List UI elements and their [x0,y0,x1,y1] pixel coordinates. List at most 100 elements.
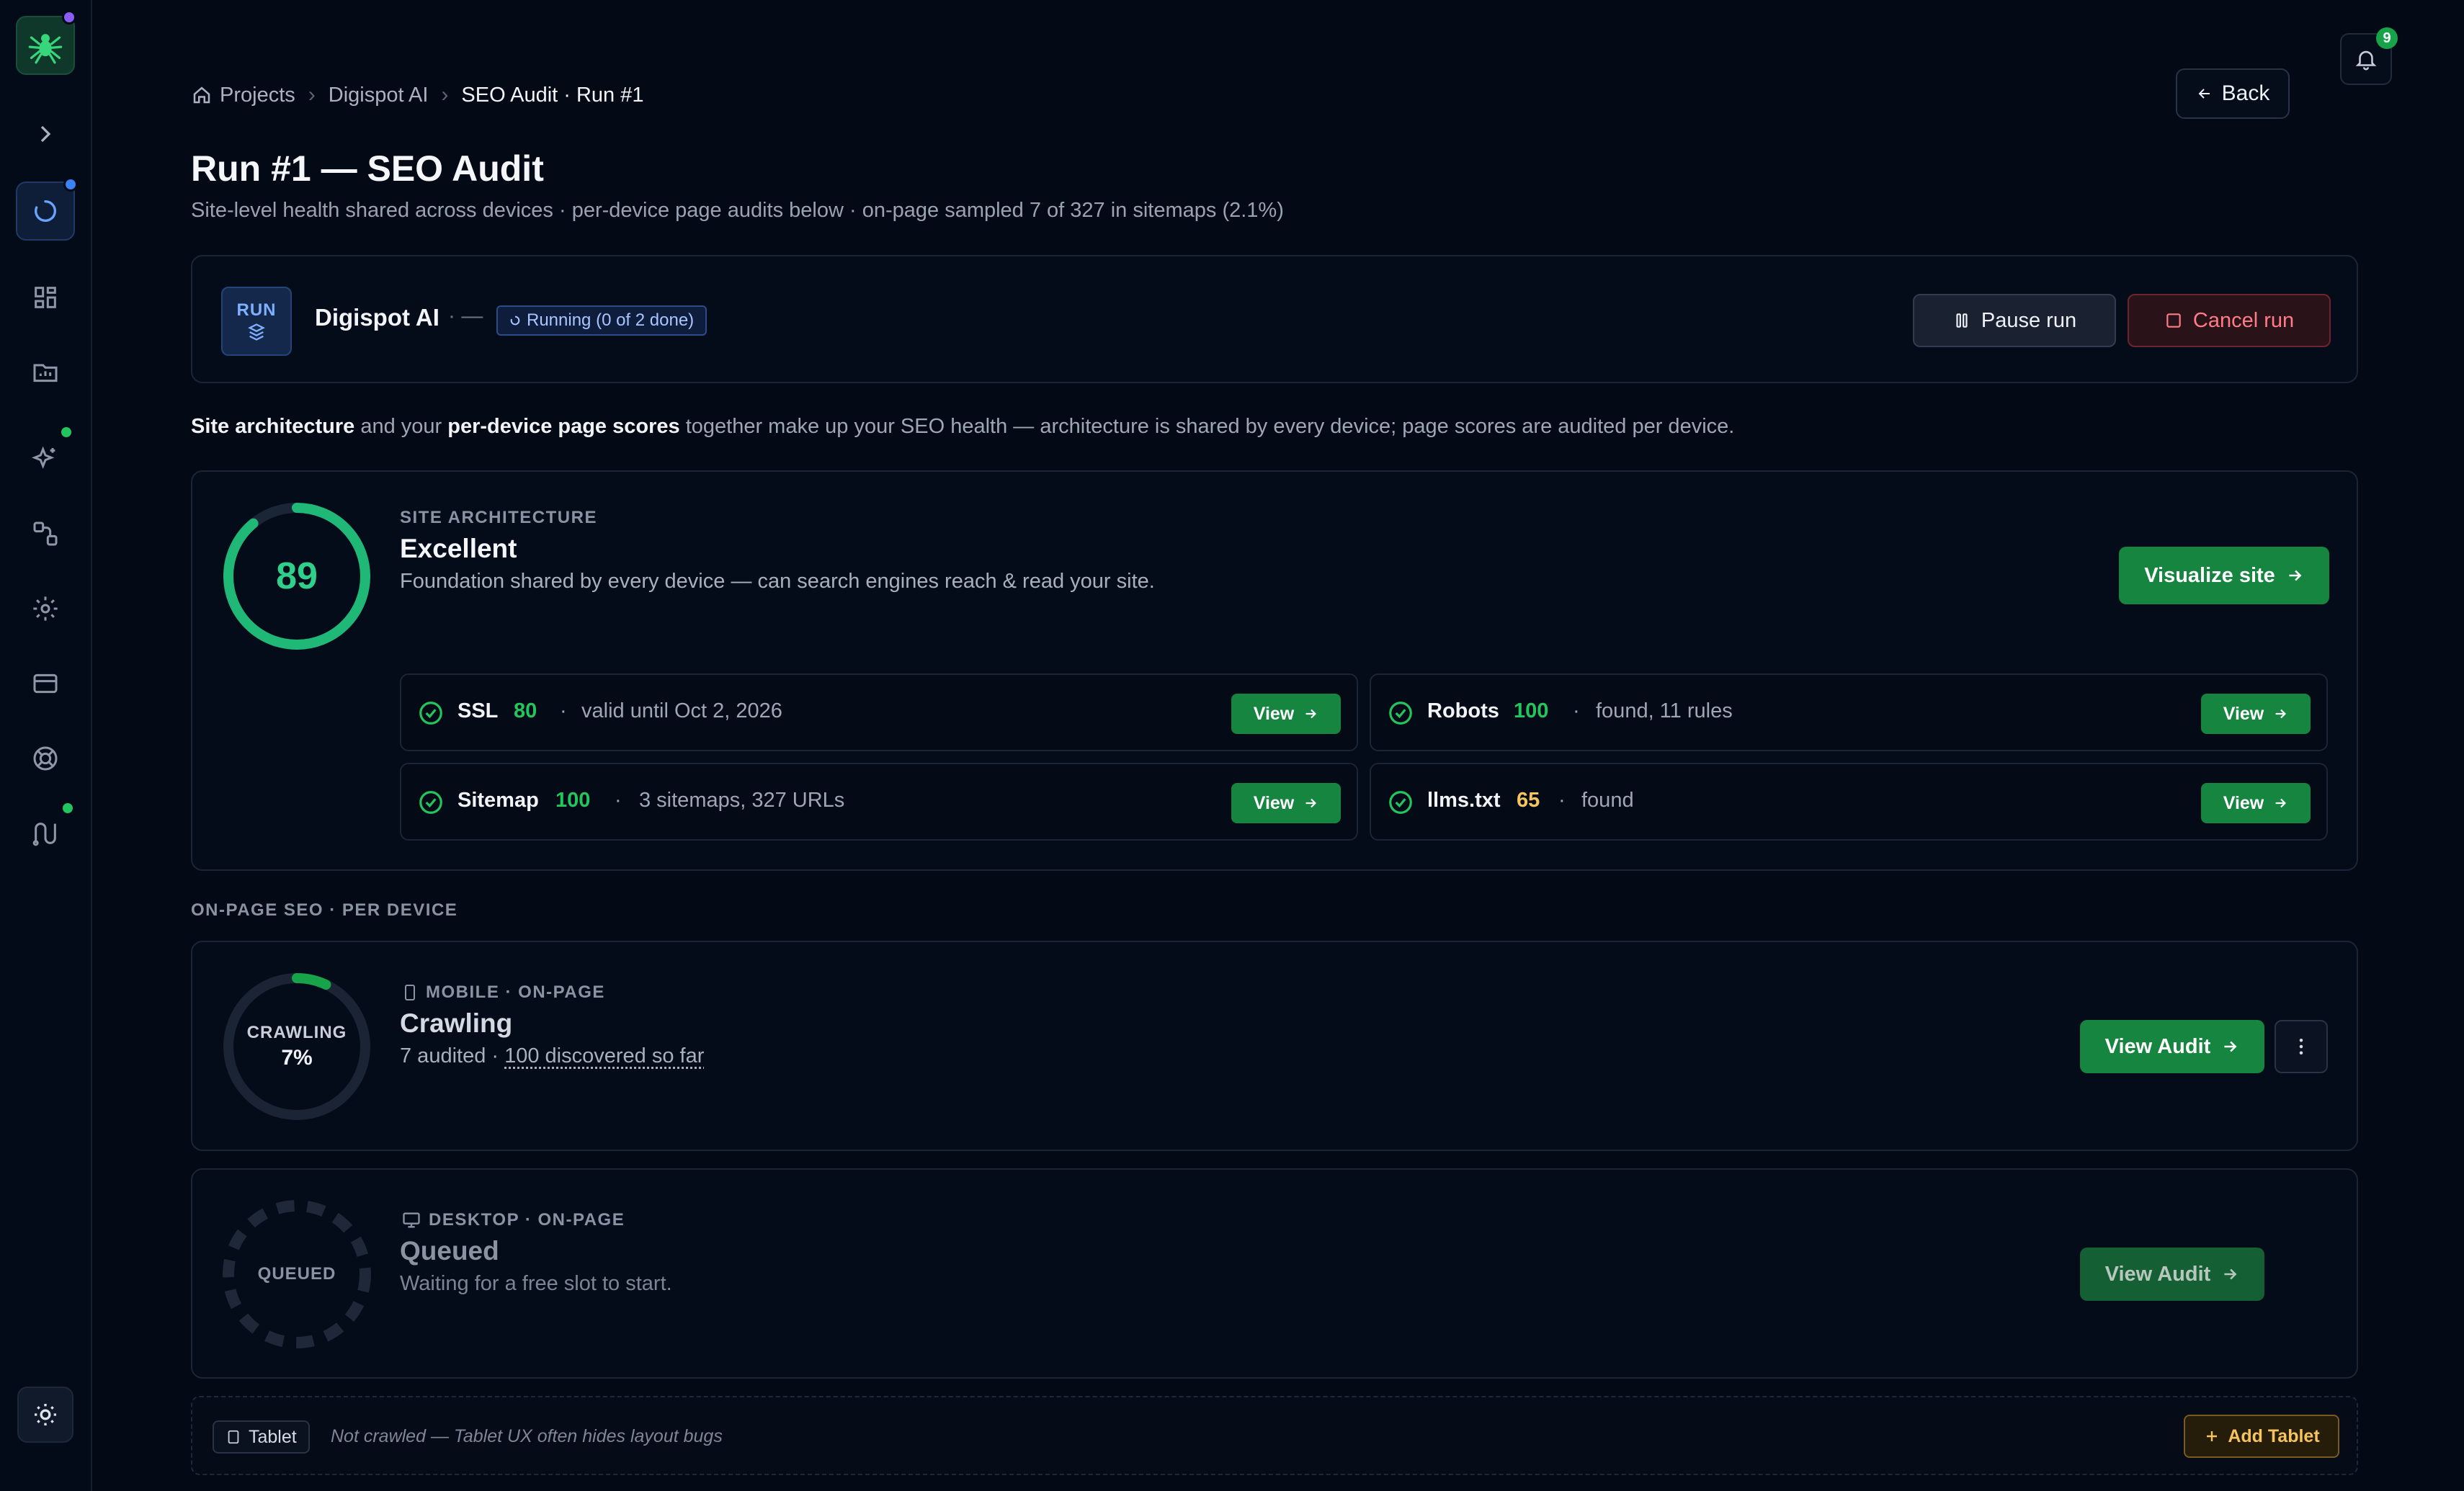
check-circle-icon [1389,791,1412,814]
desktop-eyebrow: DESKTOP · ON-PAGE [401,1210,625,1230]
monitor-icon [403,1212,420,1228]
pause-run-label: Pause run [1981,308,2077,332]
arrow-right-icon [2224,1041,2237,1052]
mobile-progress-label: 7% [281,1046,313,1070]
check-circle-icon [1389,702,1412,725]
plus-icon [2207,1431,2218,1441]
architecture-eyebrow: SITE ARCHITECTURE [400,508,597,527]
page-subtitle: Site-level health shared across devices … [191,199,1284,222]
desktop-onpage-card: QUEUED DESKTOP · ON-PAGE Queued Waiting … [191,1168,2358,1379]
lifebuoy-icon[interactable] [16,729,75,788]
architecture-score-value: 89 [276,555,318,597]
view-label: View [2223,792,2264,813]
view-llms-txt-button[interactable]: View [2201,783,2311,823]
home-icon [193,86,210,104]
intro-page-scores: per-device page scores [447,415,680,438]
desktop-status-title: Queued [400,1236,499,1266]
workflow-icon[interactable] [16,504,75,563]
view-label: View [1253,703,1295,724]
view-label: View [1253,792,1295,813]
view-label: View [2223,703,2264,724]
mobile-eyebrow: MOBILE · ON-PAGE [401,982,605,1003]
architecture-description: Foundation shared by every device — can … [400,570,1155,593]
metric-name: Robots [1427,699,1499,722]
mobile-audit-counts: 7 audited · 100 discovered so far [400,1044,704,1068]
metric-name: Sitemap [457,789,539,812]
tablet-note: Not crawled — Tablet UX often hides layo… [331,1426,723,1446]
metric-detail: valid until Oct 2, 2026 [581,699,782,722]
desktop-eyebrow-label: DESKTOP · ON-PAGE [429,1210,625,1230]
mobile-onpage-card: CRAWLING 7% MOBILE · ON-PAGE Crawling 7 … [191,941,2358,1151]
metric-name: llms.txt [1427,789,1501,812]
desktop-view-audit-button[interactable]: View Audit [2080,1248,2264,1301]
intro-text: and your [354,415,448,438]
new-feature-dot [59,425,73,439]
view-audit-label: View Audit [2104,1262,2211,1286]
mobile-view-audit-button[interactable]: View Audit [2080,1020,2264,1073]
desktop-description: Waiting for a free slot to start. [400,1272,672,1295]
check-circle-icon [419,702,442,725]
back-label: Back [2221,81,2270,105]
desktop-state-label: QUEUED [257,1264,336,1284]
mobile-gauge-center: CRAWLING 7% [221,971,372,1122]
metric-score: 80 [514,699,537,722]
sidebar [0,0,92,1491]
metric-score: 65 [1517,789,1540,812]
cancel-run-label: Cancel run [2192,308,2295,332]
more-vertical-icon [2299,1039,2303,1055]
stop-icon [2166,313,2181,328]
cancel-run-button[interactable]: Cancel run [2128,294,2331,347]
mobile-discovered-link[interactable]: 100 discovered so far [504,1044,704,1067]
add-tablet-button[interactable]: Add Tablet [2184,1415,2339,1458]
ssl-metric: SSL 80 · valid until Oct 2, 2026 View [400,673,1358,751]
tablet-chip-label: Tablet [249,1426,297,1447]
theme-toggle-icon[interactable] [17,1387,73,1443]
onpage-section-label: ON-PAGE SEO · PER DEVICE [191,900,458,920]
breadcrumb-projects[interactable]: Projects [191,84,295,107]
arrow-right-icon [2275,798,2287,808]
run-separator: · — [448,304,483,328]
layers-icon [248,323,265,341]
view-robots-button[interactable]: View [2201,694,2311,734]
run-badge: RUN [221,287,292,356]
gear-icon[interactable] [16,579,75,638]
page-title: Run #1 — SEO Audit [191,148,544,189]
run-badge-label: RUN [236,300,277,320]
pause-icon [1956,313,1968,328]
mobile-audited-count: 7 audited · [400,1044,505,1067]
metric-detail: found, 11 rules [1596,699,1733,722]
run-card: RUN Digispot AI · — Running (0 of 2 done… [191,255,2358,383]
metric-score: 100 [1514,699,1549,722]
smartphone-icon [405,985,415,1000]
intro-site-architecture: Site architecture [191,415,355,438]
credit-card-icon[interactable] [16,654,75,713]
run-status-label: Running (0 of 2 done) [527,310,695,330]
chevron-right-icon[interactable] [16,104,75,164]
more-options-button[interactable] [2275,1020,2328,1073]
tablet-icon [228,1430,239,1444]
metric-separator: · [560,699,567,722]
dashboard-grid-icon[interactable] [16,268,75,327]
metric-score: 100 [555,789,591,812]
reports-folder-icon[interactable] [16,343,75,402]
site-architecture-card: 89 SITE ARCHITECTURE Excellent Foundatio… [191,470,2358,871]
breadcrumb-project[interactable]: Digispot AI [329,84,429,107]
pause-run-button[interactable]: Pause run [1913,294,2116,347]
chevron-right-icon: › [308,83,316,107]
back-button[interactable]: Back [2176,68,2290,119]
metric-detail: found [1581,789,1634,812]
logo-status-dot [62,10,76,24]
mobile-status-title: Crawling [400,1008,513,1038]
mobile-state-label: CRAWLING [246,1023,347,1042]
spinner-icon [510,315,520,326]
breadcrumb-current: SEO Audit · Run #1 [461,83,644,107]
visualize-site-button[interactable]: Visualize site [2119,547,2329,604]
architecture-rating: Excellent [400,534,517,563]
mobile-eyebrow-label: MOBILE · ON-PAGE [426,982,605,1002]
spider-logo-icon[interactable] [16,16,75,75]
view-sitemap-button[interactable]: View [1231,783,1341,823]
visualize-site-label: Visualize site [2144,563,2275,587]
arrow-right-icon [1305,798,1317,808]
view-ssl-button[interactable]: View [1231,694,1341,734]
check-circle-icon [419,791,442,814]
